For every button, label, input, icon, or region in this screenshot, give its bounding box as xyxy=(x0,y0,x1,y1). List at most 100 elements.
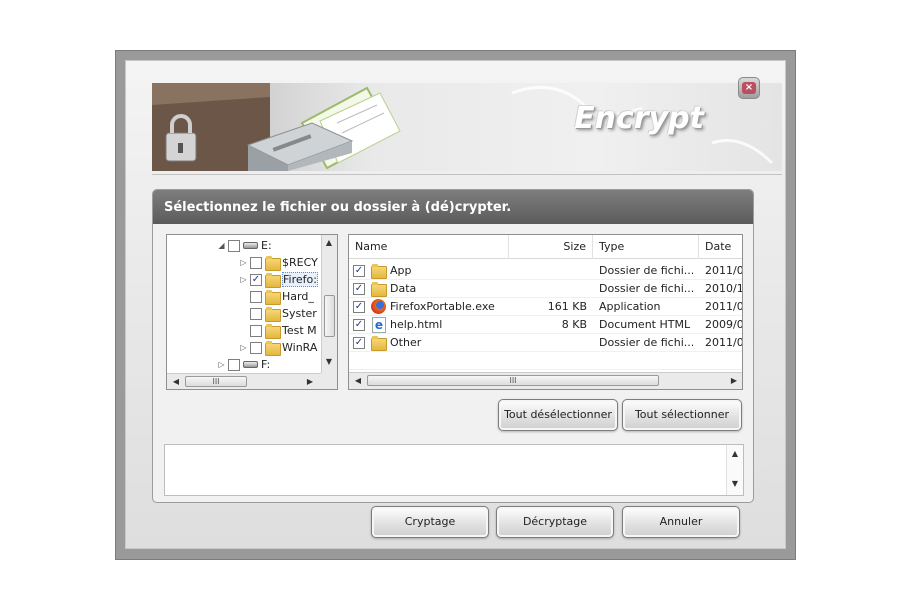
file-row[interactable]: ✓ App Dossier de fichi... 2011/0 xyxy=(349,262,742,280)
column-header-type[interactable]: Type xyxy=(593,235,699,259)
file-size-cell xyxy=(509,262,587,280)
encrypt-button[interactable]: Cryptage xyxy=(371,506,489,538)
empty-row xyxy=(349,352,742,370)
firefox-icon xyxy=(371,299,386,314)
scroll-right-icon[interactable]: ▶ xyxy=(303,377,317,386)
scroll-up-icon[interactable]: ▲ xyxy=(322,238,336,247)
folder-icon xyxy=(371,336,387,351)
select-all-button[interactable]: Tout sélectionner xyxy=(622,399,742,431)
status-log[interactable]: ▲ ▼ xyxy=(164,444,744,496)
file-date-cell: 2010/1 xyxy=(705,282,743,295)
tree-item[interactable]: ▷ $RECY xyxy=(239,254,318,271)
tree-item-label: Syster xyxy=(282,307,317,320)
panel-heading: Sélectionnez le fichier ou dossier à (dé… xyxy=(153,190,753,224)
encrypt-dialog: Encrypt × Sélectionnez le fichier ou dos… xyxy=(115,50,796,560)
tree-item-label: F: xyxy=(261,358,271,371)
tree-horizontal-scrollbar[interactable]: ◀ III ▶ xyxy=(167,373,337,389)
file-row-checkbox[interactable]: ✓ xyxy=(353,265,365,277)
file-name-cell: App xyxy=(390,264,412,277)
decrypt-button[interactable]: Décryptage xyxy=(496,506,614,538)
close-button[interactable]: × xyxy=(738,77,760,99)
log-scrollbar[interactable]: ▲ ▼ xyxy=(726,445,743,495)
tree-item-checkbox[interactable] xyxy=(250,307,262,320)
file-name-cell: help.html xyxy=(390,318,443,331)
file-date-cell: 2011/0 xyxy=(705,336,743,349)
expand-toggle-icon[interactable]: ▷ xyxy=(239,343,248,352)
file-type-cell: Dossier de fichi... xyxy=(599,282,695,295)
file-list[interactable]: Name Size Type Date ✓ App Dossier de fichi… xyxy=(348,234,743,390)
file-date-cell: 2011/0 xyxy=(705,264,743,277)
file-row[interactable]: ✓ Other Dossier de fichi... 2011/0 xyxy=(349,334,742,352)
file-size-cell xyxy=(509,280,587,298)
list-hscroll-thumb[interactable]: III xyxy=(367,375,659,386)
tree-item[interactable]: Test M xyxy=(239,322,317,339)
html-document-icon: e xyxy=(372,317,386,333)
file-row-checkbox[interactable]: ✓ xyxy=(353,319,365,331)
file-date-cell: 2009/0 xyxy=(705,318,743,331)
deselect-all-button[interactable]: Tout désélectionner xyxy=(498,399,618,431)
file-date-cell: 2011/0 xyxy=(705,300,743,313)
scroll-left-icon[interactable]: ◀ xyxy=(351,376,365,385)
tree-vertical-scrollbar[interactable]: ▲ ▼ xyxy=(321,235,337,373)
tree-item-checkbox[interactable] xyxy=(250,256,262,269)
cancel-button[interactable]: Annuler xyxy=(622,506,740,538)
file-name-cell: Other xyxy=(390,336,422,349)
app-title: Encrypt xyxy=(574,101,704,136)
column-header-name[interactable]: Name xyxy=(349,235,509,259)
header-banner: Encrypt xyxy=(152,83,782,171)
tree-item-checkbox[interactable] xyxy=(250,341,262,354)
tree-item[interactable]: ▷ ✓ Firefo: xyxy=(239,271,318,288)
tree-item-label: E: xyxy=(261,239,272,252)
tree-item-checkbox[interactable] xyxy=(228,358,240,371)
tree-item-label: Test M xyxy=(282,324,317,337)
folder-icon xyxy=(371,264,387,279)
banner-divider xyxy=(152,174,782,175)
tree-item[interactable]: ◢ E: xyxy=(217,237,272,254)
folder-icon xyxy=(265,324,281,339)
folder-icon xyxy=(265,290,281,305)
tree-item-checkbox[interactable] xyxy=(250,324,262,337)
file-row-checkbox[interactable]: ✓ xyxy=(353,283,365,295)
folder-icon xyxy=(371,282,387,297)
folder-icon xyxy=(265,256,281,271)
tree-item-checkbox[interactable]: ✓ xyxy=(250,273,262,286)
file-row-checkbox[interactable]: ✓ xyxy=(353,301,365,313)
list-horizontal-scrollbar[interactable]: ◀ III ▶ xyxy=(349,372,742,389)
tree-hscroll-thumb[interactable]: III xyxy=(185,376,247,387)
file-row[interactable]: ✓ e help.html 8 KB Document HTML 2009/0 xyxy=(349,316,742,334)
selection-panel: Sélectionnez le fichier ou dossier à (dé… xyxy=(152,189,754,503)
tree-item-label: Firefo: xyxy=(282,272,318,287)
tree-item[interactable]: ▷ WinRA xyxy=(239,339,317,356)
file-row[interactable]: ✓ FirefoxPortable.exe 161 KB Application 201… xyxy=(349,298,742,316)
file-size-cell: 161 KB xyxy=(547,300,587,313)
tree-item[interactable]: Hard_ xyxy=(239,288,314,305)
scroll-up-icon[interactable]: ▲ xyxy=(728,449,742,458)
file-row-checkbox[interactable]: ✓ xyxy=(353,337,365,349)
dialog-body: Encrypt × Sélectionnez le fichier ou dos… xyxy=(125,60,786,549)
expand-toggle-icon[interactable]: ▷ xyxy=(217,360,226,369)
file-row[interactable]: ✓ Data Dossier de fichi... 2010/1 xyxy=(349,280,742,298)
tree-item[interactable]: Syster xyxy=(239,305,317,322)
file-type-cell: Document HTML xyxy=(599,318,691,331)
tree-item-checkbox[interactable] xyxy=(250,290,262,303)
tree-vscroll-thumb[interactable] xyxy=(324,295,335,337)
scroll-left-icon[interactable]: ◀ xyxy=(169,377,183,386)
file-size-cell: 8 KB xyxy=(561,318,587,331)
scroll-down-icon[interactable]: ▼ xyxy=(322,357,336,366)
file-type-cell: Application xyxy=(599,300,661,313)
file-name-cell: FirefoxPortable.exe xyxy=(390,300,495,313)
scroll-right-icon[interactable]: ▶ xyxy=(727,376,741,385)
close-icon: × xyxy=(742,82,756,94)
expand-toggle-icon[interactable]: ▷ xyxy=(239,275,248,284)
folder-icon xyxy=(265,307,281,322)
expand-toggle-icon[interactable]: ◢ xyxy=(217,241,226,250)
folder-tree[interactable]: ◢ E: ▷ $RECY ▷ ✓ Firefo: Hard_ Syster Test M ▷ WinR… xyxy=(166,234,338,390)
column-header-date[interactable]: Date xyxy=(699,235,742,259)
expand-toggle-icon[interactable]: ▷ xyxy=(239,258,248,267)
scroll-down-icon[interactable]: ▼ xyxy=(728,479,742,488)
column-header-size[interactable]: Size xyxy=(509,235,593,259)
tree-item-checkbox[interactable] xyxy=(228,239,240,252)
file-size-cell xyxy=(509,334,587,352)
file-type-cell: Dossier de fichi... xyxy=(599,336,695,349)
tree-item[interactable]: ▷ F: xyxy=(217,356,270,373)
